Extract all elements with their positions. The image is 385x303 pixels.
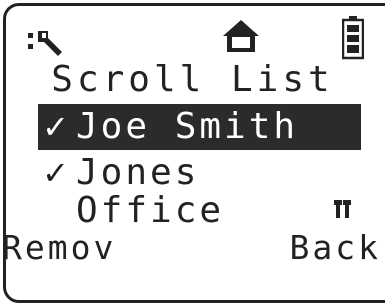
list-item-joe-smith[interactable]: ✓ Joe Smith	[38, 104, 361, 150]
softkey-right[interactable]: Back	[290, 226, 381, 270]
check-icon: ✓	[42, 108, 72, 146]
home-icon[interactable]	[221, 18, 261, 54]
battery-icon	[342, 16, 364, 60]
list-item-label: Jones	[76, 152, 200, 193]
screen-title: Scroll List	[51, 59, 334, 100]
signal-icon	[334, 200, 351, 218]
wrench-icon[interactable]	[26, 24, 66, 58]
softkey-left[interactable]: Remov	[2, 226, 116, 270]
list-item-label: Office	[76, 190, 225, 231]
list-item-label: Joe Smith	[76, 106, 299, 147]
